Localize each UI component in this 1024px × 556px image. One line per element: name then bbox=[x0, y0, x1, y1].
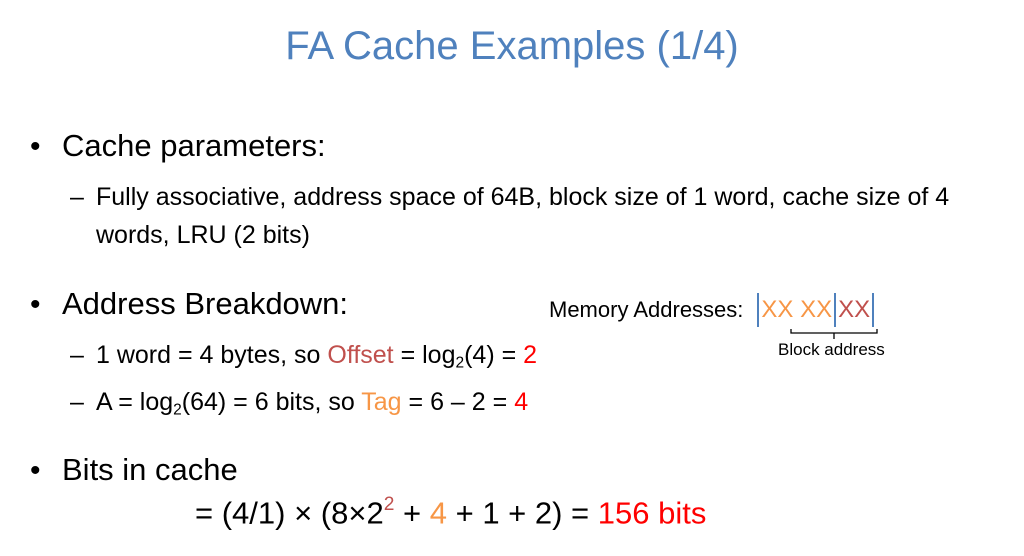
log-base: 2 bbox=[455, 354, 465, 372]
memory-addresses-label: Memory Addresses: bbox=[549, 297, 744, 322]
offset-word: Offset bbox=[327, 341, 394, 369]
text-fragment: (64) = 6 bits, so bbox=[181, 388, 362, 416]
text-fragment: A = log bbox=[96, 388, 174, 416]
bullet-text: Cache parameters: bbox=[62, 128, 326, 163]
bullet-dot: • bbox=[30, 288, 41, 321]
offset-field: XX bbox=[838, 296, 871, 323]
dash: – bbox=[70, 183, 84, 211]
bullet-address-breakdown: • Address Breakdown: bbox=[30, 286, 348, 322]
bullet-dot: • bbox=[30, 130, 41, 163]
tag-result: 4 bbox=[514, 388, 529, 416]
text-fragment: (4) = bbox=[464, 341, 524, 369]
tag-word: Tag bbox=[361, 388, 402, 416]
sub-bullet-cache-params: – Fully associative, address space of 64… bbox=[70, 178, 990, 254]
sub-bullet-tag: – A = log2(64) = 6 bits, so Tag = 6 – 2 … bbox=[70, 383, 528, 429]
block-address-label: Block address bbox=[778, 340, 885, 359]
slide-title: FA Cache Examples (1/4) bbox=[285, 24, 739, 68]
sub-bullet-text: 1 word = 4 bytes, so Offset = log2(4) = … bbox=[96, 336, 537, 382]
bullet-cache-parameters: • Cache parameters: bbox=[30, 128, 326, 164]
formula-exponent: 2 bbox=[383, 494, 395, 515]
bullet-text: Bits in cache bbox=[62, 452, 238, 487]
field-divider bbox=[872, 293, 875, 327]
sub-bullet-text: Fully associative, address space of 64B,… bbox=[96, 183, 950, 249]
formula-tag-bits: 4 bbox=[429, 495, 447, 531]
text-fragment: 1 word = 4 bytes, so bbox=[96, 341, 328, 369]
log-base: 2 bbox=[173, 401, 182, 419]
text-fragment: = log bbox=[393, 341, 456, 369]
address-fields: XX XX XX bbox=[757, 293, 875, 327]
formula-result: 156 bits bbox=[597, 495, 707, 531]
block-address-brace bbox=[790, 329, 878, 339]
bullet-bits-in-cache: • Bits in cache bbox=[30, 452, 238, 488]
dash: – bbox=[70, 341, 84, 369]
formula-part: + 1 + 2) = bbox=[446, 495, 598, 531]
sub-bullet-offset: – 1 word = 4 bytes, so Offset = log2(4) … bbox=[70, 336, 537, 382]
dash: – bbox=[70, 388, 84, 416]
memory-addresses: Memory Addresses: XX XX XX bbox=[549, 293, 875, 327]
sub-bullet-text: A = log2(64) = 6 bits, so Tag = 6 – 2 = … bbox=[96, 383, 528, 429]
formula-part: + bbox=[394, 495, 430, 531]
bits-formula: = (4/1) × (8×22 + 4 + 1 + 2) = 156 bits bbox=[195, 494, 706, 531]
offset-result: 2 bbox=[523, 341, 538, 369]
formula-part: = (4/1) × (8×2 bbox=[195, 495, 384, 531]
bullet-dot: • bbox=[30, 454, 41, 487]
tag-field: XX XX bbox=[761, 296, 833, 323]
text-fragment: = 6 – 2 = bbox=[401, 388, 515, 416]
bullet-text: Address Breakdown: bbox=[62, 286, 349, 321]
